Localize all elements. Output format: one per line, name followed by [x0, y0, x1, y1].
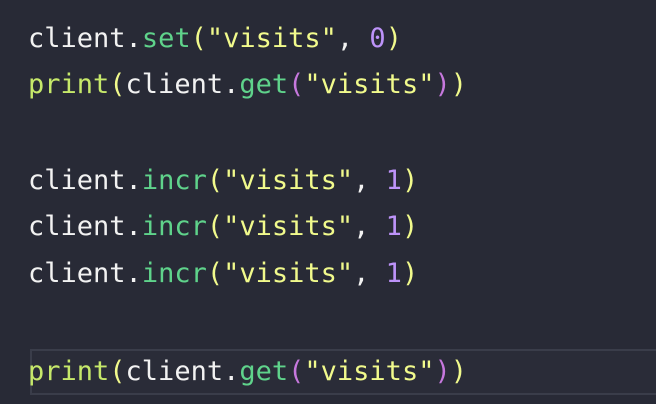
- token-identifier: client: [28, 258, 126, 289]
- token-punct: .: [125, 211, 142, 242]
- token-paren: ): [401, 258, 419, 289]
- token-method: incr: [141, 211, 207, 242]
- token-method: incr: [141, 258, 207, 289]
- token-identifier: client: [28, 211, 126, 242]
- token-builtin: print: [28, 69, 110, 100]
- token-string: "visits": [223, 258, 354, 289]
- token-paren: (: [206, 258, 224, 289]
- token-string: "visits": [223, 211, 354, 242]
- token-method: set: [141, 23, 191, 54]
- token-number: 1: [385, 211, 402, 242]
- code-editor[interactable]: client.set("visits", 0) print(client.get…: [0, 0, 656, 404]
- token-paren: (: [288, 69, 305, 100]
- token-method: get: [239, 69, 289, 100]
- token-identifier: client: [28, 165, 126, 196]
- token-string: "visits": [304, 356, 435, 387]
- code-line-4[interactable]: client.incr("visits", 1): [28, 160, 418, 202]
- token-punct: ,: [353, 258, 386, 289]
- code-line-5[interactable]: client.incr("visits", 1): [28, 206, 418, 248]
- token-paren: ): [434, 69, 451, 100]
- token-paren: (: [206, 165, 224, 196]
- token-punct: ,: [353, 211, 386, 242]
- token-identifier: client: [125, 69, 224, 100]
- token-punct: .: [125, 165, 142, 196]
- token-paren: (: [206, 211, 224, 242]
- token-paren: ): [401, 165, 419, 196]
- token-punct: .: [125, 23, 142, 54]
- token-paren: ): [401, 211, 419, 242]
- token-paren: ): [450, 356, 467, 387]
- token-paren: (: [109, 69, 126, 100]
- token-method: get: [239, 356, 289, 387]
- token-punct: .: [125, 258, 142, 289]
- code-line-8[interactable]: print(client.get("visits")): [28, 351, 467, 393]
- token-paren: (: [190, 23, 207, 54]
- token-punct: .: [223, 69, 240, 100]
- token-string: "visits": [304, 69, 435, 100]
- token-string: "visits": [206, 23, 337, 54]
- token-number: 0: [369, 23, 386, 54]
- token-string: "visits": [223, 165, 354, 196]
- token-punct: ,: [336, 23, 370, 54]
- token-punct: .: [223, 356, 240, 387]
- token-paren: (: [288, 356, 305, 387]
- token-paren: (: [109, 356, 126, 387]
- token-paren: ): [434, 356, 451, 387]
- token-method: incr: [141, 165, 207, 196]
- token-punct: ,: [353, 165, 386, 196]
- code-line-1[interactable]: client.set("visits", 0): [28, 18, 402, 60]
- token-number: 1: [385, 258, 402, 289]
- token-number: 1: [385, 165, 402, 196]
- token-paren: ): [450, 69, 467, 100]
- token-builtin: print: [28, 356, 110, 387]
- token-paren: ): [385, 23, 402, 54]
- token-identifier: client: [125, 356, 224, 387]
- code-line-2[interactable]: print(client.get("visits")): [28, 64, 467, 106]
- code-line-6[interactable]: client.incr("visits", 1): [28, 253, 418, 295]
- token-identifier: client: [28, 23, 126, 54]
